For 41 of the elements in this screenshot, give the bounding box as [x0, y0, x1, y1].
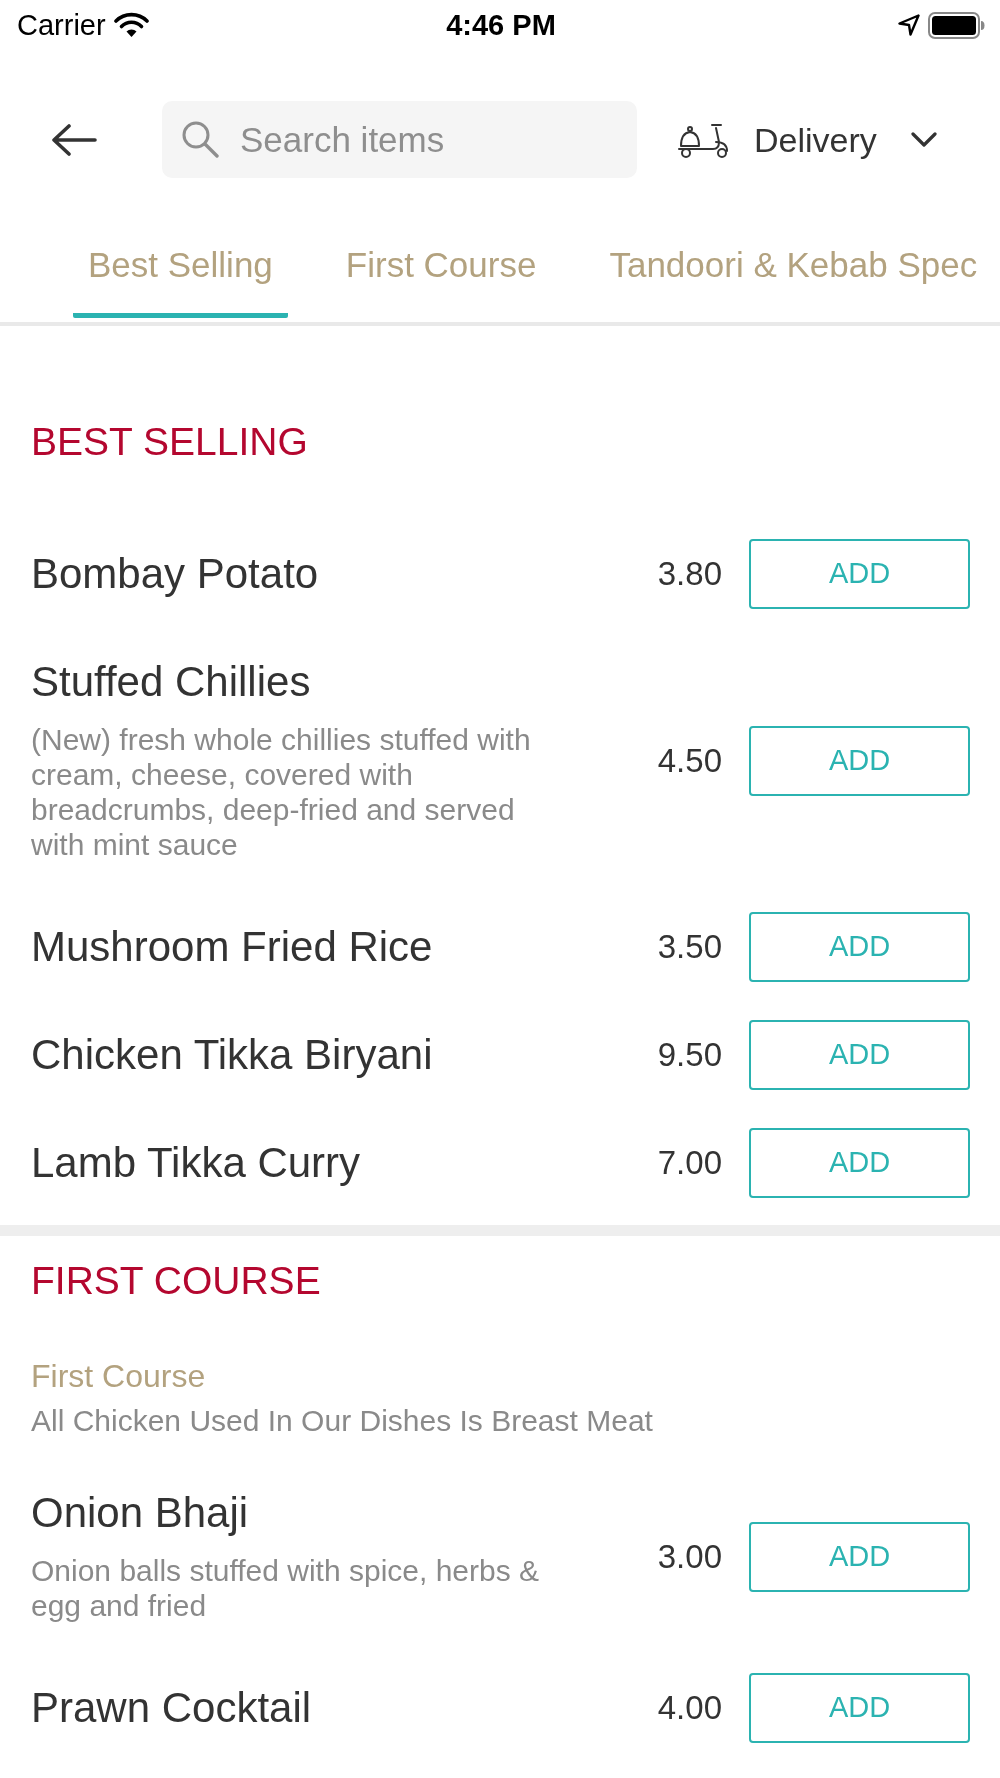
item-name: Mushroom Fried Rice	[31, 922, 434, 972]
item-price: 9.50	[657, 1035, 722, 1075]
category-note: All Chicken Used In Our Dishes Is Breast Meat	[30, 1403, 654, 1439]
section-title: BEST SELLING	[30, 419, 309, 465]
delivery-dropdown[interactable]: Delivery	[677, 119, 937, 160]
item-price: 7.00	[657, 1143, 722, 1183]
add-button[interactable]: ADD	[749, 1673, 970, 1743]
add-button[interactable]: ADD	[749, 1128, 970, 1198]
add-button[interactable]: ADD	[749, 1020, 970, 1090]
item-description: (New) fresh whole chillies stuffed with cream, cheese, covered with breadcrumbs, deep-fried and served with mint sauce	[31, 722, 532, 862]
left-arrow-icon	[51, 123, 97, 156]
add-button[interactable]: ADD	[749, 1521, 970, 1592]
add-button[interactable]: ADD	[749, 539, 970, 609]
wifi-icon	[113, 12, 149, 38]
category-tab[interactable]: Best Selling	[73, 243, 288, 318]
item-name: Bombay Potato	[31, 549, 320, 599]
item-price: 4.50	[657, 740, 722, 781]
category-tab[interactable]: First Course	[330, 243, 552, 318]
search-field[interactable]: Search items	[162, 101, 637, 178]
category-subtitle: First Course	[30, 1359, 207, 1393]
clock-time: 4:46 PM	[446, 8, 556, 42]
item-name: Chicken Tikka Biryani	[31, 1030, 434, 1080]
add-button[interactable]: ADD	[749, 912, 970, 982]
category-tab[interactable]: Tandoori & Kebab Spec	[594, 243, 993, 318]
carrier-label: Carrier	[17, 8, 106, 42]
section-title: FIRST COURSE	[30, 1258, 322, 1304]
chevron-down-icon	[910, 131, 937, 148]
back-button[interactable]	[51, 123, 97, 156]
item-price: 3.80	[657, 554, 722, 594]
item-price: 3.00	[657, 1536, 722, 1577]
location-arrow-icon	[898, 14, 920, 36]
search-icon	[181, 120, 219, 158]
battery-icon	[928, 11, 985, 39]
item-price: 3.50	[657, 927, 722, 967]
item-name: Lamb Tikka Curry	[31, 1138, 362, 1188]
add-button[interactable]: ADD	[749, 725, 970, 796]
item-description: Onion balls stuffed with spice, herbs & egg and fried	[31, 1553, 541, 1623]
item-name: Stuffed Chillies	[31, 657, 312, 707]
item-price: 4.00	[657, 1688, 722, 1728]
item-name: Onion Bhaji	[31, 1488, 250, 1538]
item-name: Prawn Cocktail	[31, 1683, 313, 1733]
